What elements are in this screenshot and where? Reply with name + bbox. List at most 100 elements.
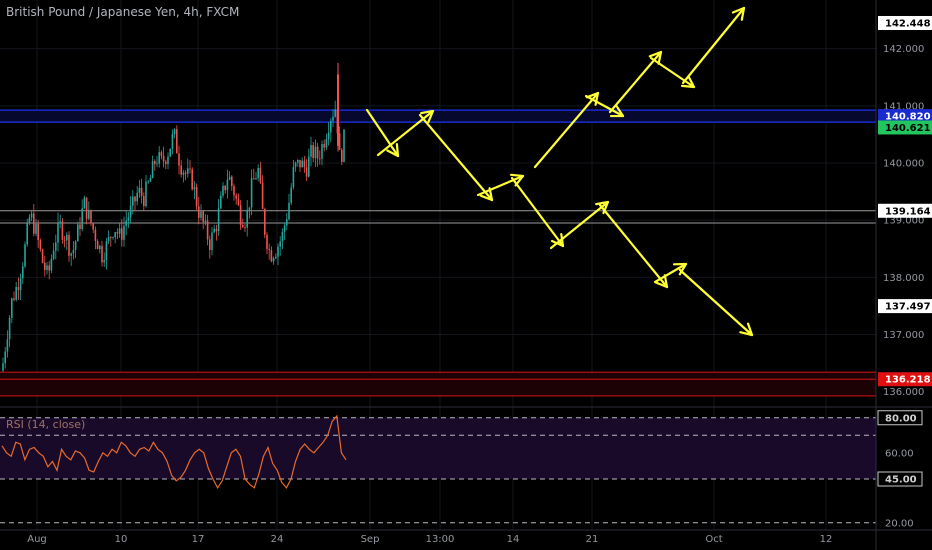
candle-down: [341, 149, 343, 162]
candle-down: [231, 176, 233, 187]
candle-down: [261, 182, 264, 209]
candle-down: [44, 262, 46, 270]
price-tag-label: 142.448: [885, 18, 931, 29]
candle-down: [140, 187, 143, 197]
candle-up: [158, 152, 160, 164]
candle-down: [178, 153, 180, 166]
candle-down: [134, 196, 136, 202]
candle-down: [202, 211, 204, 222]
candle-down: [244, 227, 246, 228]
candle-down: [253, 178, 255, 180]
time-axis-tick: 13:00: [426, 534, 455, 545]
candle-down: [116, 232, 119, 234]
candles: [2, 62, 345, 372]
projection-arrows: [365, 6, 754, 337]
candle-down: [303, 160, 306, 168]
chart-stage: 136.000 137.000 138.000 139.000 140.000 141.0…: [0, 0, 932, 550]
time-axis-tick: 12: [820, 534, 833, 545]
price-tag-label: 136.218: [885, 375, 931, 386]
candle-down: [79, 224, 81, 229]
candle-down: [85, 197, 88, 219]
candle-up: [118, 228, 121, 234]
candle-down: [110, 236, 112, 238]
candle-up: [156, 163, 158, 165]
candle-up: [310, 145, 312, 157]
candle-down: [268, 249, 270, 251]
candle-up: [277, 246, 279, 257]
candle-down: [48, 265, 50, 271]
candle-up: [255, 178, 257, 180]
candle-up: [226, 179, 229, 191]
candle-up: [127, 217, 130, 221]
candle-up: [145, 181, 147, 207]
candle-down: [162, 155, 165, 162]
candle-up: [46, 265, 48, 270]
candle-down: [316, 146, 319, 159]
projection-arrow-shaft: [418, 113, 494, 202]
candle-up: [26, 223, 28, 245]
candle-up: [151, 161, 154, 179]
candle-up: [52, 250, 55, 259]
candle-up: [292, 167, 295, 188]
candle-down: [266, 234, 268, 250]
candle-up: [321, 144, 323, 159]
rsi-band: [0, 417, 876, 479]
projection-arrow-shaft: [533, 91, 600, 169]
chart-canvas[interactable]: 136.000137.000138.000139.000140.000141.0…: [0, 0, 932, 550]
candle-up: [173, 129, 176, 135]
candle-up: [257, 167, 259, 179]
candle-down: [41, 249, 44, 263]
time-axis-tick: 14: [507, 534, 520, 545]
candle-up: [123, 225, 125, 240]
candle-down: [237, 198, 240, 206]
candle-up: [66, 234, 68, 241]
time-axis-tick: 10: [115, 534, 128, 545]
projection-arrow-shaft: [678, 268, 754, 337]
candle-up: [129, 205, 132, 218]
candle-up: [114, 232, 116, 238]
candle-up: [272, 258, 275, 262]
candle-down: [299, 159, 301, 168]
candle-up: [222, 185, 224, 196]
red-level-band: [0, 372, 876, 396]
candle-up: [288, 202, 290, 220]
candle-up: [103, 260, 105, 263]
rsi-axis-tick: 60.00: [885, 448, 914, 459]
price-axis-tick: 136.000: [883, 387, 924, 398]
candle-up: [297, 159, 299, 163]
candle-up: [11, 298, 13, 319]
rsi-axis-tick: 20.00: [885, 518, 914, 529]
candle-up: [107, 236, 110, 242]
candle-down: [143, 196, 145, 207]
price-tag: 136.218: [878, 372, 932, 387]
candle-down: [198, 206, 200, 218]
candle-up: [169, 148, 171, 157]
candle-up: [279, 241, 281, 247]
price-tag-label: 140.621: [885, 123, 931, 134]
candle-up: [308, 156, 310, 177]
candle-up: [220, 195, 222, 209]
price-axis-tick: 142.000: [883, 44, 924, 55]
candle-down: [92, 223, 94, 230]
candle-down: [184, 172, 187, 174]
candle-spike: [337, 74, 339, 146]
candle-down: [305, 167, 308, 177]
candle-up: [294, 162, 297, 168]
candle-up: [105, 241, 108, 261]
price-tag: 140.621: [878, 120, 932, 135]
rsi-axis-tag: 45.00: [885, 475, 917, 486]
candle-down: [17, 286, 20, 291]
candle-up: [35, 223, 37, 234]
candle-down: [94, 229, 97, 241]
candle-up: [112, 237, 114, 238]
candle-down: [242, 225, 244, 228]
candle-up: [2, 363, 4, 371]
candle-down: [235, 195, 237, 199]
price-tag: 142.448: [878, 15, 932, 30]
price-tag-label: 137.497: [885, 302, 931, 313]
candle-down: [176, 129, 178, 154]
candle-up: [286, 219, 288, 226]
candle-up: [99, 245, 101, 250]
candle-up: [6, 339, 9, 352]
candle-up: [200, 211, 202, 218]
